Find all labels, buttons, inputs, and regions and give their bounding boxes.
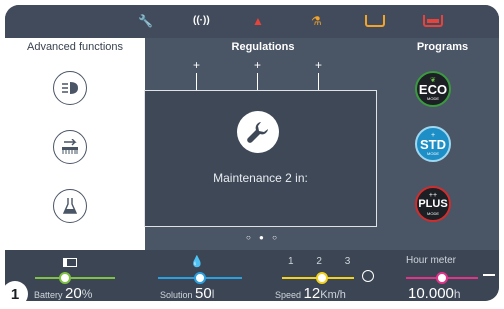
headlight-button[interactable]	[53, 71, 87, 105]
wrench-icon[interactable]: 🔧	[138, 14, 153, 28]
plus-label: PLUS	[418, 197, 448, 210]
warning-icon[interactable]: ▲	[252, 14, 264, 28]
detergent-icon	[63, 198, 77, 214]
speed-slider[interactable]	[282, 272, 354, 284]
step-badge: 1	[2, 281, 28, 307]
solution-value: 50	[195, 285, 212, 301]
speed-readout: Speed 12Km/h	[275, 285, 346, 301]
regulations-title: Regulations	[231, 41, 295, 53]
regulation-plus-1[interactable]: +	[193, 58, 200, 72]
maintenance-icon-circle	[237, 111, 279, 153]
maintenance-dialog: Maintenance 2 in:	[144, 90, 377, 227]
programs-title: Programs	[416, 41, 469, 53]
detergent-button[interactable]	[53, 189, 87, 223]
eco-sub: MODE	[427, 95, 439, 101]
std-label: STD	[420, 136, 446, 152]
battery-unit: %	[81, 287, 93, 301]
eco-label: ECO	[418, 81, 448, 97]
tank-full-icon[interactable]	[423, 15, 443, 27]
maintenance-message: Maintenance 2 in:	[213, 171, 308, 185]
regulation-plus-3[interactable]: +	[315, 58, 322, 72]
hour-meter-readout: 10.000h	[408, 285, 461, 301]
signal-icon[interactable]: ((·))	[193, 14, 210, 28]
speed-step-1[interactable]: 1	[288, 256, 294, 267]
std-sub: MODE	[427, 150, 439, 156]
plus-mode-button[interactable]: ++ PLUS MODE	[415, 186, 451, 222]
brush-icon	[483, 274, 495, 281]
solution-knob[interactable]	[194, 272, 206, 284]
page-indicator[interactable]: ○ ● ○	[246, 233, 280, 242]
speed-steps: 1 2 3	[288, 256, 350, 267]
solution-slider[interactable]	[158, 272, 242, 284]
eco-mode-button[interactable]: ❦ ECO MODE	[415, 71, 451, 107]
tank-icon[interactable]	[365, 15, 385, 27]
solution-readout: Solution 50l	[160, 285, 214, 301]
speed-label: Speed	[275, 290, 302, 300]
plus-sub: MODE	[427, 210, 439, 216]
battery-icon	[63, 258, 77, 267]
speed-knob[interactable]	[316, 272, 328, 284]
headlight-icon	[62, 82, 78, 94]
brush-pressure-icon	[62, 139, 78, 154]
battery-knob[interactable]	[59, 272, 71, 284]
regulation-plus-2[interactable]: +	[254, 58, 261, 72]
speed-step-3[interactable]: 3	[345, 256, 351, 267]
status-bar: Battery 20% 💧 Solution 50l 1 2 3 Speed 1…	[5, 250, 499, 301]
battery-slider[interactable]	[35, 272, 115, 284]
hour-meter-bar	[406, 272, 478, 284]
hour-meter-knob	[436, 272, 448, 284]
water-drop-icon: 💧	[190, 256, 204, 268]
battery-value: 20	[65, 285, 82, 301]
wrench-icon	[247, 122, 268, 143]
std-mode-button[interactable]: + STD MODE	[415, 126, 451, 162]
solution-unit: l	[211, 287, 215, 301]
hour-meter-value: 10.000	[408, 285, 454, 301]
solution-label: Solution	[160, 290, 193, 300]
hour-meter-unit: h	[453, 287, 461, 301]
flask-icon[interactable]: ⚗	[311, 14, 322, 28]
advanced-functions-panel: Advanced functions	[5, 38, 145, 250]
speed-unit: Km/h	[320, 289, 346, 301]
alert-bar: 🔧 ((·)) ▲ ⚗	[5, 5, 499, 38]
battery-readout: Battery 20%	[34, 285, 92, 301]
advanced-functions-title: Advanced functions	[26, 41, 123, 53]
brush-pressure-button[interactable]	[53, 130, 87, 164]
control-panel: 🔧 ((·)) ▲ ⚗ Advanced functions Regulatio…	[5, 5, 499, 301]
speed-value: 12	[303, 285, 321, 301]
speedometer-icon	[362, 270, 374, 282]
speed-step-2[interactable]: 2	[316, 256, 322, 267]
battery-label: Battery	[34, 290, 63, 300]
hour-meter-title: Hour meter	[406, 255, 457, 266]
